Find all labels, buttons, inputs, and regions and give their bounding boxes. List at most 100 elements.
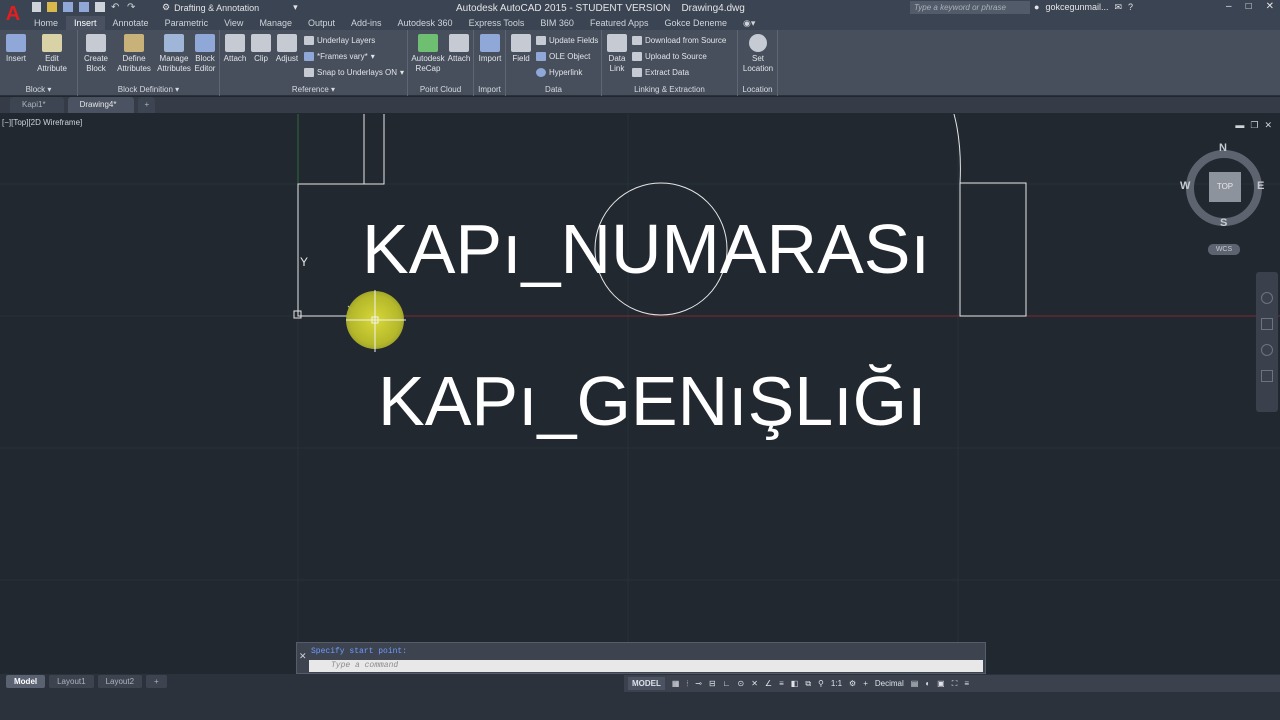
annotation-scale-label[interactable]: 1:1 bbox=[831, 679, 842, 688]
frames-vary-dropdown[interactable]: *Frames vary* ▾ bbox=[304, 52, 375, 61]
tab-output[interactable]: Output bbox=[300, 16, 343, 30]
pan-icon[interactable] bbox=[1261, 318, 1273, 330]
save-as-icon[interactable] bbox=[79, 2, 89, 12]
undo-icon[interactable]: ↶ bbox=[111, 2, 121, 13]
exchange-icon[interactable]: ✉ bbox=[1114, 2, 1122, 13]
selection-cycling-icon[interactable]: ⧉ bbox=[805, 679, 811, 689]
tab-add-ins[interactable]: Add-ins bbox=[343, 16, 390, 30]
panel-title-location[interactable]: Location bbox=[738, 85, 777, 94]
annotation-add-icon[interactable]: + bbox=[863, 679, 868, 688]
tab-bim-360[interactable]: BIM 360 bbox=[532, 16, 582, 30]
attribute-kapi-genisligi[interactable]: KAPı_GENıŞLıĞı bbox=[378, 366, 927, 436]
panel-title-import[interactable]: Import bbox=[474, 85, 505, 94]
application-menu-button[interactable]: A bbox=[0, 0, 26, 30]
model-space-toggle[interactable]: MODEL bbox=[628, 677, 665, 690]
layout-tab-model[interactable]: Model bbox=[6, 675, 46, 688]
point-cloud-attach-button[interactable]: Attach bbox=[446, 34, 472, 64]
layout-tab-layout1[interactable]: Layout1 bbox=[49, 675, 94, 688]
define-attributes-button[interactable]: Define Attributes bbox=[114, 34, 154, 74]
graphics-performance-icon[interactable]: ▣ bbox=[937, 679, 945, 688]
viewport-close-icon[interactable]: ✕ bbox=[1264, 120, 1272, 131]
add-layout-plus-icon[interactable]: + bbox=[146, 675, 167, 688]
tab-autodesk-360[interactable]: Autodesk 360 bbox=[390, 16, 461, 30]
panel-title-reference[interactable]: Reference ▾ bbox=[220, 85, 407, 94]
compass-west[interactable]: W bbox=[1180, 180, 1190, 192]
data-link-button[interactable]: Data Link bbox=[606, 34, 628, 74]
attribute-kapi-numarasi[interactable]: KAPı_NUMARASı bbox=[362, 214, 930, 284]
clip-button[interactable]: Clip bbox=[250, 34, 272, 64]
create-block-button[interactable]: Create Block bbox=[82, 34, 110, 74]
osnap-icon[interactable]: ✕ bbox=[751, 679, 758, 688]
panel-title-block-definition[interactable]: Block Definition ▾ bbox=[78, 85, 219, 94]
quick-properties-icon[interactable]: ▤ bbox=[911, 679, 919, 688]
snap-mode-icon[interactable]: ⦙ bbox=[686, 679, 688, 689]
compass-south[interactable]: S bbox=[1220, 217, 1227, 229]
zoom-icon[interactable] bbox=[1261, 344, 1273, 356]
wcs-menu[interactable]: WCS bbox=[1208, 244, 1240, 255]
otrack-icon[interactable]: ∠ bbox=[765, 679, 772, 688]
autodesk-recap-button[interactable]: Autodesk ReCap bbox=[410, 34, 446, 74]
import-button[interactable]: Import bbox=[477, 34, 503, 64]
dynamic-input-icon[interactable]: ⊟ bbox=[709, 679, 716, 688]
maximize-icon[interactable]: □ bbox=[1246, 1, 1252, 12]
panel-title-data[interactable]: Data bbox=[506, 85, 601, 94]
attach-button[interactable]: Attach bbox=[222, 34, 248, 64]
infer-constraints-icon[interactable]: ⊸ bbox=[695, 679, 702, 688]
tab-manage[interactable]: Manage bbox=[251, 16, 300, 30]
upload-to-source-button[interactable]: Upload to Source bbox=[632, 52, 707, 61]
clean-screen-icon[interactable]: ⛶ bbox=[952, 679, 958, 689]
block-editor-button[interactable]: Block Editor bbox=[192, 34, 218, 74]
units-dropdown[interactable]: Decimal bbox=[875, 679, 904, 688]
field-button[interactable]: Field bbox=[510, 34, 532, 64]
minimize-icon[interactable]: – bbox=[1226, 1, 1232, 12]
set-location-button[interactable]: Set Location bbox=[742, 34, 774, 74]
new-tab-plus-icon[interactable]: + bbox=[138, 97, 156, 113]
command-input[interactable]: Type a command bbox=[309, 660, 983, 672]
annotation-visibility-icon[interactable]: ⚲ bbox=[818, 679, 824, 688]
transparency-icon[interactable]: ◧ bbox=[791, 679, 799, 688]
tab-view[interactable]: View bbox=[216, 16, 251, 30]
plot-icon[interactable] bbox=[95, 2, 105, 12]
redo-icon[interactable]: ↷ bbox=[127, 2, 137, 13]
ole-object-button[interactable]: OLE Object bbox=[536, 52, 590, 61]
lineweight-icon[interactable]: ≡ bbox=[779, 679, 784, 688]
tab-gokce-deneme[interactable]: Gokce Deneme bbox=[657, 16, 736, 30]
isolate-objects-icon[interactable]: ◐ bbox=[925, 679, 930, 688]
workspace-selector[interactable]: ⚙ Drafting & Annotation ▾ bbox=[162, 2, 298, 13]
snap-to-underlays-dropdown[interactable]: Snap to Underlays ON ▾ bbox=[304, 68, 404, 77]
layout-tab-layout2[interactable]: Layout2 bbox=[97, 675, 143, 688]
viewcube-top-face[interactable]: TOP bbox=[1209, 172, 1241, 202]
navigation-bar[interactable] bbox=[1256, 272, 1278, 412]
tab-featured-apps[interactable]: Featured Apps bbox=[582, 16, 657, 30]
tab-parametric[interactable]: Parametric bbox=[157, 16, 217, 30]
file-tab-kapi1[interactable]: Kapi1* bbox=[10, 97, 64, 113]
compass-east[interactable]: E bbox=[1257, 180, 1264, 192]
orbit-icon[interactable] bbox=[1261, 370, 1273, 382]
extract-data-button[interactable]: Extract Data bbox=[632, 68, 689, 77]
update-fields-button[interactable]: Update Fields bbox=[536, 36, 598, 45]
tab-home[interactable]: Home bbox=[26, 16, 66, 30]
grid-icon[interactable]: ▦ bbox=[672, 679, 680, 688]
panel-title-point-cloud[interactable]: Point Cloud bbox=[408, 85, 473, 94]
tab-annotate[interactable]: Annotate bbox=[105, 16, 157, 30]
panel-title-block[interactable]: Block ▾ bbox=[0, 85, 77, 94]
new-icon[interactable] bbox=[32, 2, 41, 12]
ortho-icon[interactable]: ∟ bbox=[723, 679, 731, 688]
underlay-layers-button[interactable]: Underlay Layers bbox=[304, 36, 375, 45]
manage-attributes-button[interactable]: Manage Attributes bbox=[154, 34, 194, 74]
help-icon[interactable]: ? bbox=[1128, 2, 1133, 13]
open-icon[interactable] bbox=[47, 2, 57, 12]
viewport-restore-icon[interactable]: ❐ bbox=[1250, 120, 1258, 131]
panel-title-linking[interactable]: Linking & Extraction bbox=[602, 85, 737, 94]
drawing-area[interactable]: Y KAPı_NUMARASı KAPı_GENıŞLıĞı [−][Top][… bbox=[0, 114, 1280, 674]
steering-wheel-icon[interactable] bbox=[1261, 292, 1273, 304]
workspace-gear-icon[interactable]: ⚙ bbox=[849, 679, 856, 688]
user-account[interactable]: ● gokcegunmail... ✉ ? bbox=[1034, 2, 1133, 13]
save-icon[interactable] bbox=[63, 2, 73, 12]
tab-insert[interactable]: Insert bbox=[66, 16, 105, 30]
hyperlink-button[interactable]: Hyperlink bbox=[536, 68, 582, 77]
command-close-icon[interactable]: ✕ bbox=[299, 651, 307, 662]
compass-north[interactable]: N bbox=[1219, 142, 1227, 154]
tab-express-tools[interactable]: Express Tools bbox=[461, 16, 533, 30]
download-from-source-button[interactable]: Download from Source bbox=[632, 36, 726, 45]
